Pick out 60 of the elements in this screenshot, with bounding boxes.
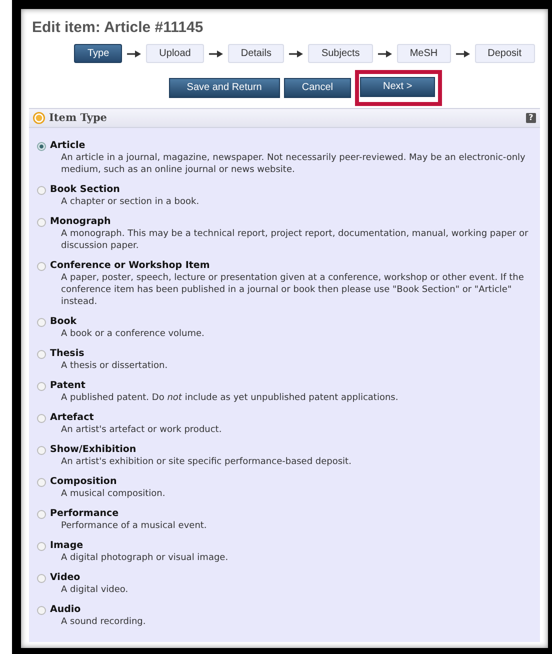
radio-button[interactable] — [37, 446, 46, 454]
step-tab[interactable]: Upload — [146, 44, 204, 63]
item-type-description: A musical composition. — [60, 488, 166, 500]
item-type-label: Book Section — [50, 184, 121, 196]
radio-button[interactable] — [37, 478, 46, 486]
item-type-label: Video — [50, 572, 82, 584]
step-tab[interactable]: Details — [228, 44, 284, 63]
radio-button[interactable] — [37, 382, 46, 390]
step-tab[interactable]: Subjects — [308, 44, 373, 63]
item-type-description: A sound recording. — [60, 616, 147, 628]
item-type-label: Artefact — [50, 412, 95, 424]
arrow-icon — [456, 50, 470, 58]
item-type-description: An artist's artefact or work product. — [60, 424, 223, 436]
item-type-label: Image — [50, 540, 84, 552]
action-button[interactable]: Cancel — [284, 78, 351, 98]
arrow-icon — [127, 50, 142, 58]
item-type-description: A published patent. Do not include as yet unpublished patent applications. — [60, 392, 400, 404]
item-type-description: An artist's exhibition or site specific performance-based deposit. — [60, 456, 352, 468]
step-tab[interactable]: MeSH — [396, 44, 451, 63]
item-type-label: Show/Exhibition — [50, 444, 138, 456]
help-icon[interactable]: ? — [526, 112, 536, 122]
item-type-description: Performance of a musical event. — [60, 520, 208, 532]
radio-button[interactable] — [37, 218, 46, 226]
step-tab[interactable]: Type — [74, 44, 122, 63]
section-icon — [33, 112, 45, 124]
item-type-description: A book or a conference volume. — [60, 328, 206, 340]
page-title: Edit item: Article #11145 — [32, 19, 204, 37]
item-type-description: A paper, poster, speech, lecture or presentation given at a conference, workshop or other event. If the conference item has been published in a journal or book then please use "Book Section" or "Article" instead. — [60, 272, 525, 308]
item-type-label: Book — [50, 316, 78, 328]
step-tab[interactable]: Deposit — [474, 44, 535, 63]
item-type-description: A monograph. This may be a technical report, project report, documentation, manual, working paper or discussion paper. — [60, 228, 530, 252]
item-type-label: Monograph — [50, 216, 112, 228]
action-button[interactable]: Save and Return — [168, 78, 280, 98]
radio-button[interactable] — [37, 318, 46, 326]
radio-button[interactable] — [37, 262, 46, 270]
radio-button[interactable] — [37, 542, 46, 550]
item-type-label: Audio — [50, 604, 82, 616]
item-type-description: A thesis or dissertation. — [60, 360, 169, 372]
item-type-label: Article — [50, 140, 86, 152]
radio-button[interactable] — [37, 606, 46, 614]
item-type-description: An article in a journal, magazine, newspaper. Not necessarily peer-reviewed. May be an electronic-only medium, such as an online journal or news website. — [60, 152, 526, 176]
item-type-label: Thesis — [50, 348, 86, 360]
radio-button[interactable] — [37, 142, 46, 150]
section-title: Item Type — [49, 112, 108, 124]
item-type-description: A digital photograph or visual image. — [60, 552, 230, 564]
item-type-description: A digital video. — [60, 584, 130, 596]
radio-button[interactable] — [37, 574, 46, 582]
arrow-icon — [208, 50, 223, 58]
item-type-label: Composition — [50, 476, 118, 488]
radio-button[interactable] — [37, 350, 46, 358]
radio-button[interactable] — [37, 414, 46, 422]
item-type-label: Conference or Workshop Item — [50, 260, 211, 272]
item-type-label: Performance — [50, 508, 120, 520]
arrow-icon — [289, 50, 304, 58]
radio-button[interactable] — [37, 510, 46, 518]
item-type-description: A chapter or section in a book. — [60, 196, 200, 208]
arrow-icon — [378, 50, 392, 58]
radio-button[interactable] — [37, 186, 46, 194]
action-button[interactable]: Next > — [360, 76, 436, 96]
item-type-label: Patent — [50, 380, 86, 392]
